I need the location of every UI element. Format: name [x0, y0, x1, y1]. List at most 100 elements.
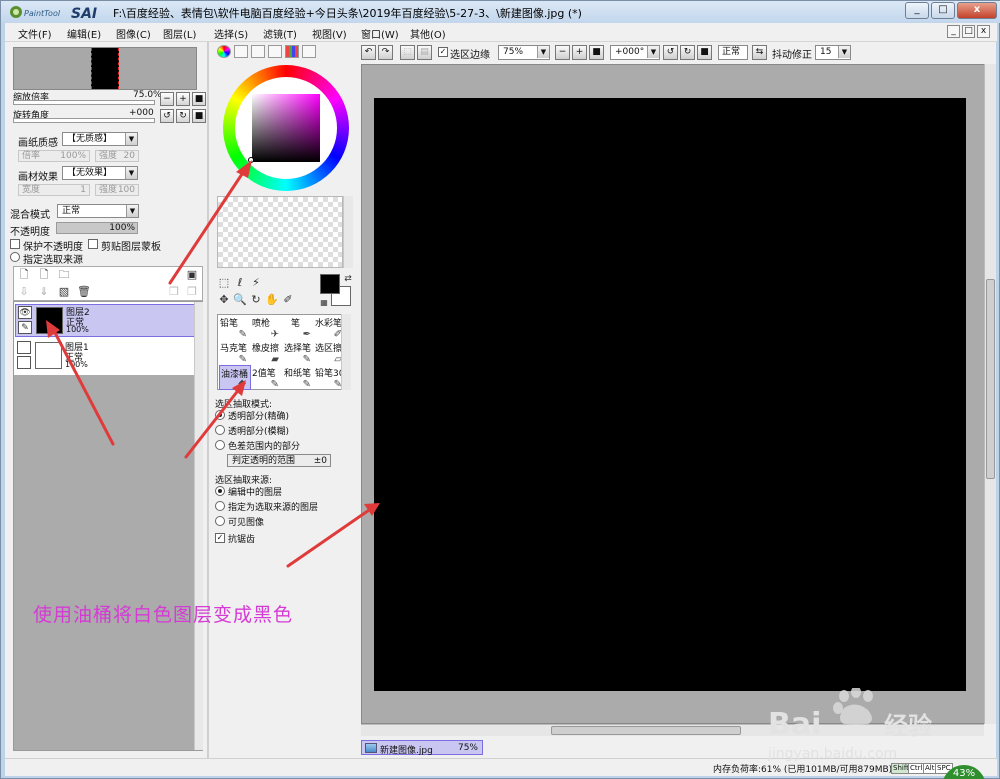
tool-airbrush[interactable]: 喷枪 ✈ [251, 315, 283, 340]
scratchpad-tab-icon[interactable] [302, 45, 316, 58]
rotate-right-button[interactable]: ↻ [176, 109, 190, 123]
mdi-maximize-button[interactable]: □ [962, 25, 975, 38]
layer-list-scrollbar[interactable] [194, 302, 203, 750]
layer-panel-toggle-icon[interactable]: ▣ [185, 268, 199, 282]
copy-layer-icon[interactable]: ❐ [167, 285, 181, 299]
paper-scale-field[interactable]: 倍率 100% [18, 150, 90, 162]
transfer-down-icon[interactable]: ⇩ [17, 285, 31, 299]
swatches-tab-icon[interactable] [285, 45, 299, 58]
swap-colors-icon[interactable]: ⇄ [341, 272, 355, 286]
zoom-in-button[interactable]: + [176, 92, 190, 106]
eyedropper-icon[interactable]: ✐ [281, 293, 295, 307]
redo-icon[interactable]: ↷ [378, 45, 393, 60]
mdi-close-button[interactable]: x [977, 25, 990, 38]
selection-source-radio[interactable] [10, 252, 20, 262]
protect-opacity-checkbox[interactable] [10, 239, 20, 249]
zoom-fit-icon[interactable]: ■ [589, 45, 604, 60]
color-wheel[interactable] [223, 65, 349, 191]
tool-binary-pen[interactable]: 2值笔 ✎ [251, 365, 283, 390]
tool-pen[interactable]: 笔 ✒ [283, 315, 315, 340]
foreground-color-swatch[interactable] [320, 274, 340, 294]
tool-paint-bucket[interactable]: 油漆桶 ◆ [219, 365, 251, 390]
extract-mode-radio-color-range[interactable] [215, 440, 225, 450]
menu-select[interactable]: 选择(S) [214, 26, 248, 41]
lasso-icon[interactable]: ℓ [233, 276, 247, 290]
effect-width-field[interactable]: 宽度 1 [18, 184, 90, 196]
blend-mode-select[interactable]: 正常 ▼ [57, 204, 139, 218]
flip-horizontal-icon[interactable]: ⇆ [752, 45, 767, 60]
zoom-reset-button[interactable]: ■ [192, 92, 206, 106]
horizontal-scroll-thumb[interactable] [551, 726, 741, 735]
visibility-box-icon[interactable] [17, 341, 31, 354]
new-folder-icon[interactable]: 🗀 [57, 268, 71, 282]
canvas-vertical-scrollbar[interactable] [984, 64, 996, 724]
tool-select-pen[interactable]: 选择笔 ✎ [283, 340, 315, 365]
menu-window[interactable]: 窗口(W) [361, 26, 399, 41]
new-layer-icon[interactable]: 🗋 [17, 268, 31, 282]
zoom-in-icon[interactable]: + [572, 45, 587, 60]
scratchpad-scrollbar[interactable] [343, 196, 353, 268]
rotate-left-button[interactable]: ↺ [160, 109, 174, 123]
tool-eraser[interactable]: 橡皮擦 ▰ [251, 340, 283, 365]
undo-icon[interactable]: ↶ [361, 45, 376, 60]
tool-grid-scrollbar[interactable] [341, 314, 351, 390]
color-picker-handle[interactable] [248, 157, 254, 163]
paper-effect-select[interactable]: 【无效果】 ▼ [62, 166, 138, 180]
vertical-scroll-thumb[interactable] [986, 279, 995, 479]
paste-layer-icon[interactable]: ❐ [185, 285, 199, 299]
extract-mode-radio-blurry[interactable] [215, 425, 225, 435]
mdi-minimize-button[interactable]: _ [947, 25, 960, 38]
rotate-cw-icon[interactable]: ↻ [680, 45, 695, 60]
minimize-button[interactable]: _ [905, 2, 929, 19]
clip-mask-checkbox[interactable] [88, 239, 98, 249]
rotate-reset-icon[interactable]: ■ [697, 45, 712, 60]
stabilizer-select[interactable]: 15 ▼ [815, 45, 851, 60]
pen-lock-icon[interactable]: ✎ [18, 321, 32, 334]
tool-marker[interactable]: 马克笔 ✎ [219, 340, 251, 365]
selection-edge-checkbox[interactable]: ✓ [438, 47, 448, 57]
drawing-canvas[interactable] [374, 98, 966, 691]
zoom-select[interactable]: 75% ▼ [498, 45, 550, 60]
paper-strength-field[interactable]: 强度 20 [95, 150, 139, 162]
rect-select-icon[interactable]: ⬚ [217, 276, 231, 290]
eye-visibility-icon[interactable]: 👁 [18, 306, 32, 319]
flip-mode-button[interactable]: 正常 [718, 45, 748, 60]
hand-icon[interactable]: ✋ [265, 293, 279, 307]
gradient-tab-icon[interactable] [268, 45, 282, 58]
color-wheel-tab-icon[interactable] [217, 45, 231, 58]
effect-strength-field[interactable]: 强度 100 [95, 184, 139, 196]
menu-other[interactable]: 其他(O) [410, 26, 446, 41]
rgb-slider-tab-icon[interactable] [234, 45, 248, 58]
deselect-icon[interactable]: ⬚ [400, 45, 415, 60]
menu-filter[interactable]: 滤镜(T) [263, 26, 297, 41]
move-icon[interactable]: ✥ [217, 293, 231, 307]
scratchpad-area[interactable] [217, 196, 343, 268]
extract-source-radio-designated-layer[interactable] [215, 501, 225, 511]
zoom-slider[interactable] [13, 100, 155, 105]
transparency-range-field[interactable]: 判定透明的范围 ±0 [227, 454, 331, 467]
magic-wand-icon[interactable]: ⚡ [249, 276, 263, 290]
tool-pencil[interactable]: 铅笔 ✎ [219, 315, 251, 340]
layer-row-1[interactable]: 图层1 正常 100% [15, 340, 195, 373]
merge-down-icon[interactable]: ⇓ [37, 285, 51, 299]
rotate-ccw-icon[interactable]: ↺ [663, 45, 678, 60]
zoom-out-button[interactable]: − [160, 92, 174, 106]
rotate-view-icon[interactable]: ↻ [249, 293, 263, 307]
extract-source-radio-visible-image[interactable] [215, 516, 225, 526]
antialias-checkbox[interactable]: ✓ [215, 533, 225, 543]
document-tab[interactable]: 新建图像.jpg 75% [361, 740, 483, 756]
clear-layer-icon[interactable]: ▧ [57, 285, 71, 299]
menu-file[interactable]: 文件(F) [18, 26, 52, 41]
hsv-slider-tab-icon[interactable] [251, 45, 265, 58]
new-linework-layer-icon[interactable]: 🗋 [37, 268, 51, 282]
invert-selection-icon[interactable]: ▤ [417, 45, 432, 60]
opacity-slider[interactable]: 100% [56, 222, 138, 234]
zoom-out-icon[interactable]: − [555, 45, 570, 60]
canvas-viewport[interactable] [361, 64, 985, 724]
navigator-thumbnail[interactable] [13, 47, 197, 90]
paper-texture-select[interactable]: 【无质感】 ▼ [62, 132, 138, 146]
menu-image[interactable]: 图像(C) [116, 26, 151, 41]
menu-edit[interactable]: 编辑(E) [67, 26, 101, 41]
rotate-reset-button[interactable]: ■ [192, 109, 206, 123]
saturation-value-square[interactable] [252, 94, 320, 162]
